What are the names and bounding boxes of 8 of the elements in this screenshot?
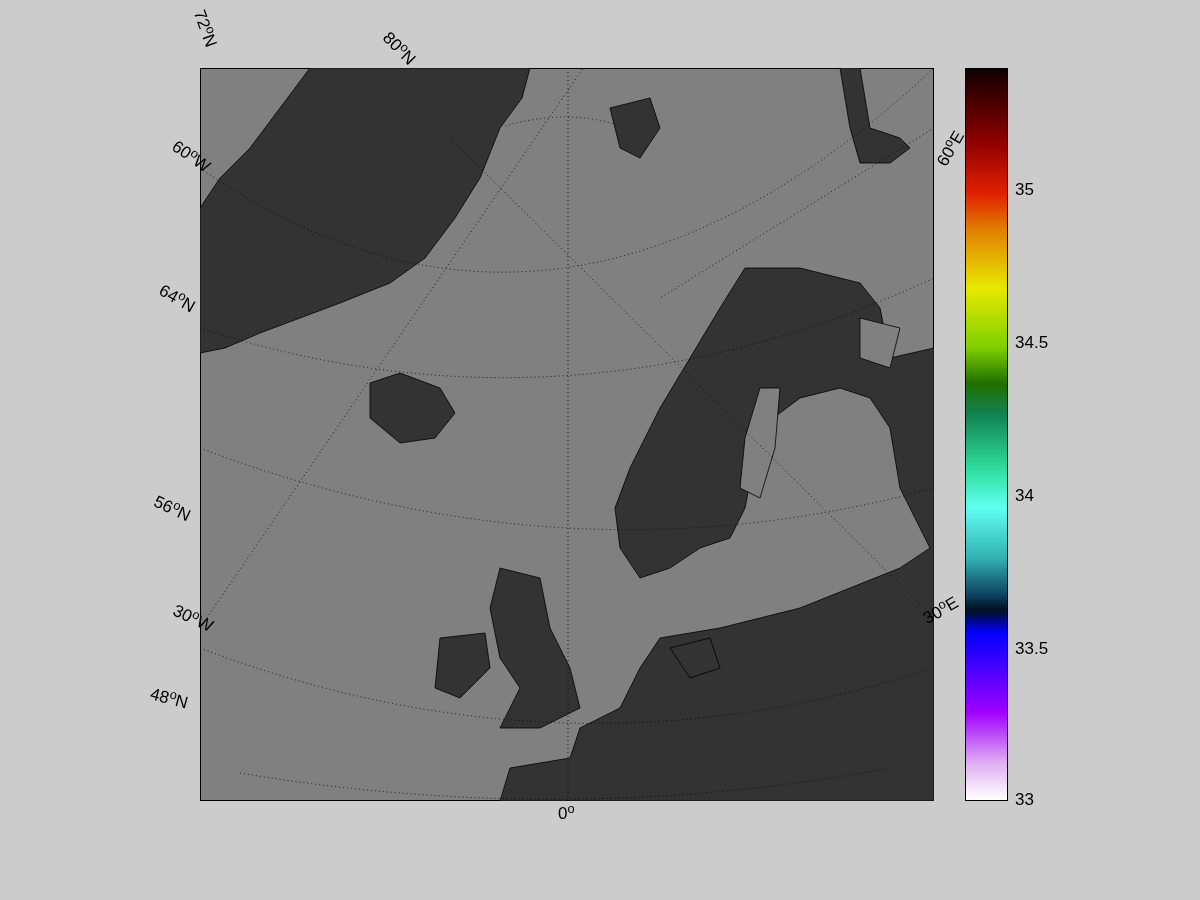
colorbar-tick-label: 34.5 — [1015, 334, 1049, 351]
colorbar-tick-label: 34 — [1015, 487, 1034, 504]
colorbar-tick-label: 33.5 — [1015, 640, 1049, 657]
grid-label: 56$^{o}$N — [151, 492, 194, 525]
colorbar-tick-label: 35 — [1015, 181, 1034, 198]
colorbar-tick-label: 33 — [1015, 791, 1034, 808]
grid-label: 48$^{o}$N — [148, 685, 190, 712]
grid-label: 0$^{o}$ — [558, 805, 575, 822]
